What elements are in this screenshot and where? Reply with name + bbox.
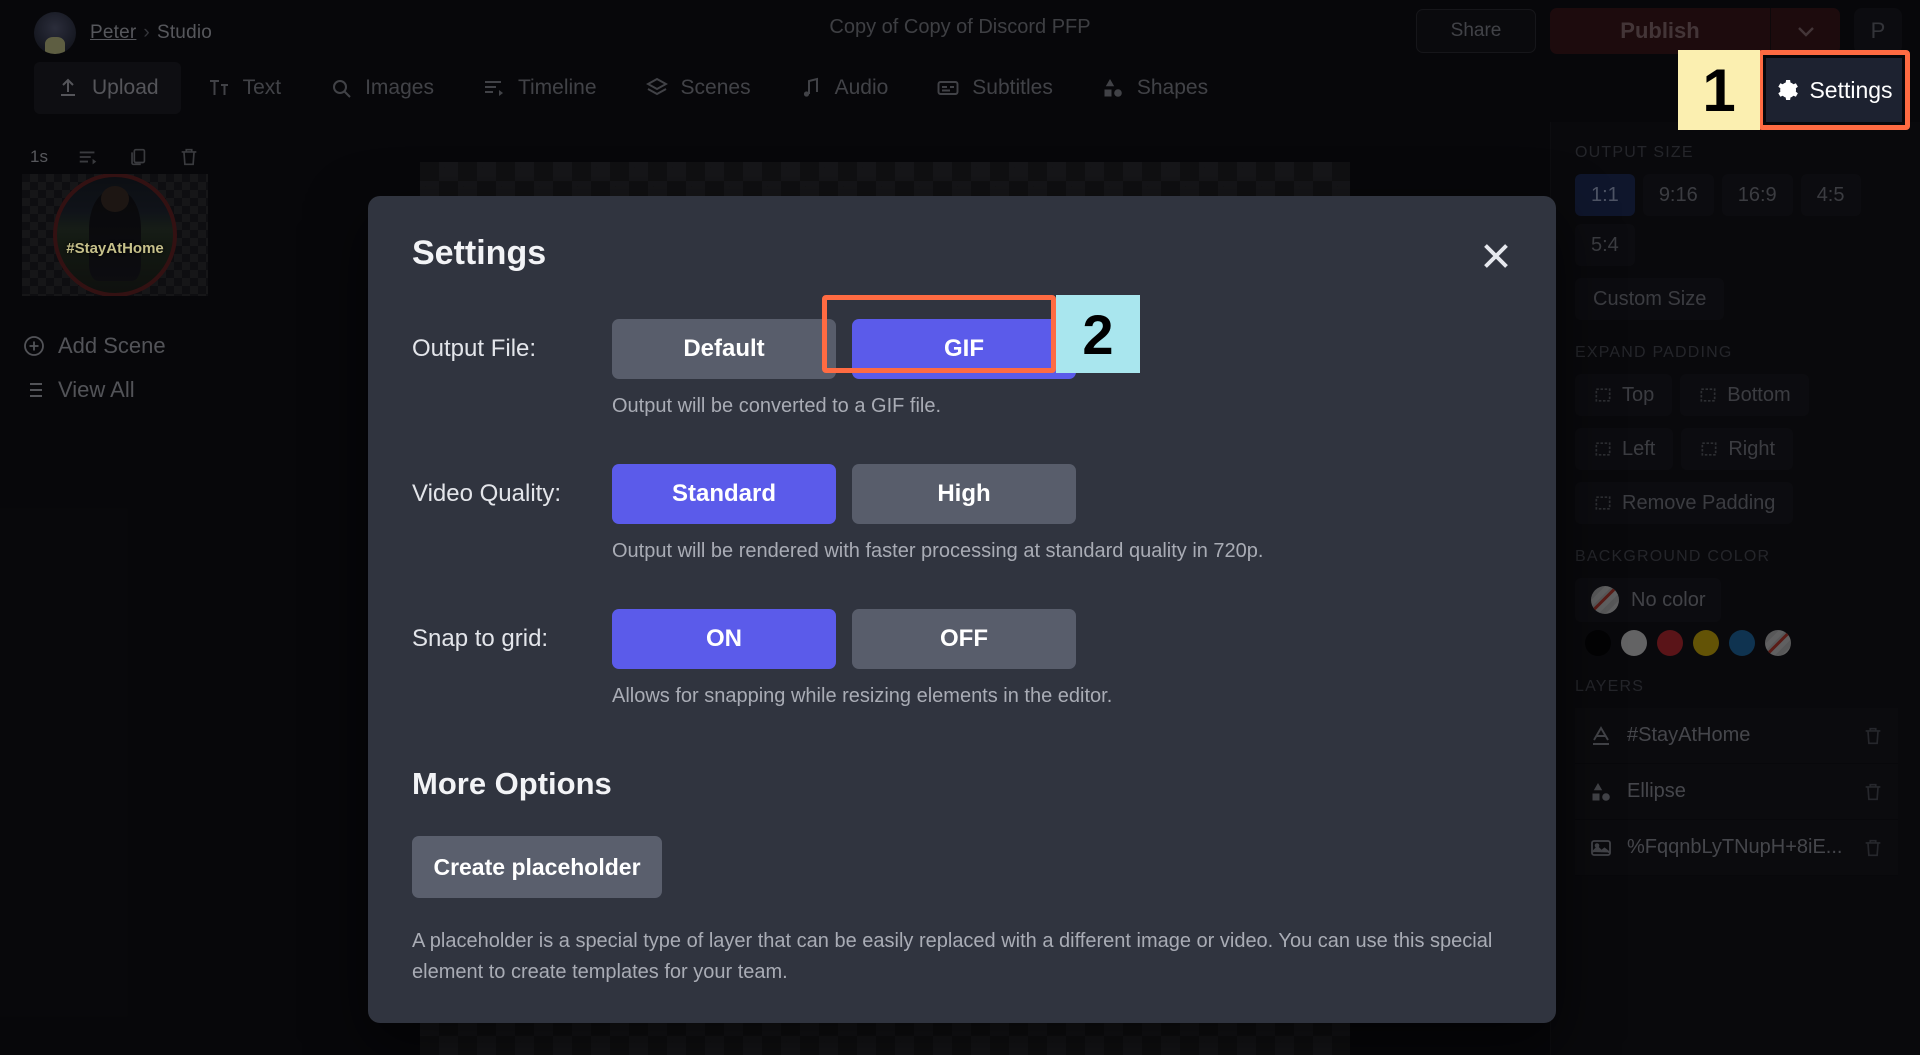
more-options-title: More Options — [412, 766, 612, 801]
create-placeholder-button[interactable]: Create placeholder — [412, 836, 662, 898]
annotation-step-1: 1 — [1678, 50, 1760, 130]
output-file-help: Output will be converted to a GIF file. — [612, 395, 942, 417]
close-icon — [1484, 244, 1508, 268]
video-quality-row: Video Quality: Standard High — [412, 464, 1512, 524]
video-quality-label: Video Quality: — [412, 480, 561, 507]
snap-to-grid-row: Snap to grid: ON OFF — [412, 609, 1512, 669]
snap-on-button[interactable]: ON — [612, 609, 836, 669]
settings-button[interactable]: Settings — [1766, 58, 1902, 122]
quality-standard-button[interactable]: Standard — [612, 464, 836, 524]
video-quality-help: Output will be rendered with faster proc… — [612, 540, 1264, 562]
output-file-label: Output File: — [412, 335, 537, 362]
modal-title: Settings — [412, 234, 547, 272]
snap-to-grid-help: Allows for snapping while resizing eleme… — [612, 685, 1113, 707]
close-button[interactable] — [1478, 238, 1514, 274]
settings-modal: Settings Output File: Default GIF Output… — [368, 196, 1556, 1023]
output-file-row: Output File: Default GIF — [412, 319, 1512, 379]
studio-editor-app: Peter›Studio Copy of Copy of Discord PFP… — [0, 0, 1920, 1055]
snap-to-grid-label: Snap to grid: — [412, 625, 549, 652]
annotation-step-2: 2 — [1056, 295, 1140, 373]
scene-caption: #StayAtHome — [66, 239, 164, 257]
output-gif-button[interactable]: GIF — [852, 319, 1076, 379]
gear-icon — [1778, 80, 1799, 100]
placeholder-description: A placeholder is a special type of layer… — [412, 930, 1493, 983]
output-default-button[interactable]: Default — [612, 319, 836, 379]
quality-high-button[interactable]: High — [852, 464, 1076, 524]
settings-button-label: Settings — [1809, 76, 1893, 103]
snap-off-button[interactable]: OFF — [852, 609, 1076, 669]
